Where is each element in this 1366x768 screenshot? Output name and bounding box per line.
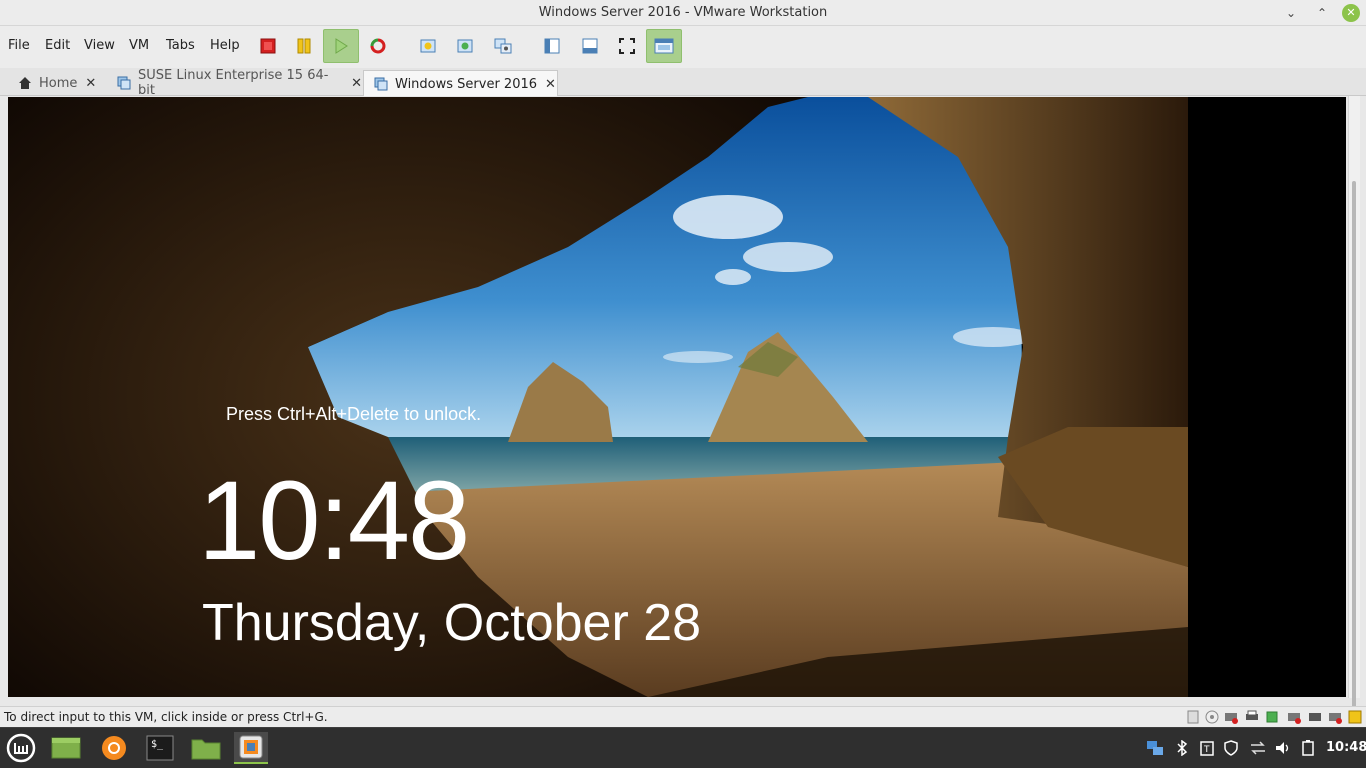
display-icon[interactable]: [1328, 710, 1342, 724]
battery-icon[interactable]: [1299, 739, 1317, 757]
tab-home[interactable]: Home ✕: [8, 70, 105, 96]
vmware-icon[interactable]: [234, 732, 268, 764]
revert-snapshot-icon[interactable]: [447, 29, 483, 63]
close-tab-icon[interactable]: ✕: [85, 76, 96, 91]
svg-text:$_: $_: [151, 739, 164, 750]
sound-card-icon[interactable]: [1308, 710, 1322, 724]
thumbnail-bar-icon[interactable]: [572, 29, 608, 63]
title-bar: Windows Server 2016 - VMware Workstation…: [0, 0, 1366, 26]
network-icon[interactable]: [1265, 710, 1279, 724]
usb-device-icon[interactable]: [1287, 710, 1301, 724]
vmware-window: Windows Server 2016 - VMware Workstation…: [0, 0, 1366, 768]
lockscreen-time: 10:48: [198, 458, 470, 583]
vm-icon: [374, 77, 388, 91]
full-screen-icon[interactable]: [609, 29, 645, 63]
network-manager-icon[interactable]: [1146, 739, 1164, 757]
unity-icon[interactable]: [646, 29, 682, 63]
menu-file[interactable]: File: [8, 38, 30, 53]
close-tab-icon[interactable]: ✕: [351, 76, 362, 91]
menu-edit[interactable]: Edit: [45, 38, 70, 53]
clipboard-icon[interactable]: T: [1198, 739, 1216, 757]
close-button[interactable]: ✕: [1342, 4, 1360, 22]
window-title: Windows Server 2016 - VMware Workstation: [538, 5, 828, 20]
terminal-icon[interactable]: $_: [143, 732, 177, 764]
mint-menu-icon[interactable]: [4, 732, 38, 764]
snapshot-manager-icon[interactable]: [485, 29, 521, 63]
svg-text:T: T: [1203, 745, 1210, 755]
menu-toolbar: File Edit View VM Tabs Help: [0, 26, 1366, 68]
hard-disk-icon[interactable]: [1186, 710, 1200, 724]
power-off-icon[interactable]: [250, 29, 286, 63]
status-text: To direct input to this VM, click inside…: [4, 710, 328, 724]
scrollbar-thumb[interactable]: [1352, 181, 1356, 726]
suspend-icon[interactable]: [286, 29, 322, 63]
tab-bar: Home ✕ SUSE Linux Enterprise 15 64-bit ✕…: [0, 68, 1366, 98]
show-desktop-icon[interactable]: [49, 732, 83, 764]
lockscreen-prompt: Press Ctrl+Alt+Delete to unlock.: [226, 404, 482, 424]
vm-screen[interactable]: Press Ctrl+Alt+Delete to unlock. 10:48 T…: [8, 97, 1346, 697]
tab-suse-linux[interactable]: SUSE Linux Enterprise 15 64-bit ✕: [107, 68, 362, 98]
maximize-button[interactable]: ⌃: [1313, 4, 1331, 22]
reset-icon[interactable]: [360, 29, 396, 63]
volume-icon[interactable]: [1274, 739, 1292, 757]
vertical-scrollbar[interactable]: [1348, 96, 1360, 726]
taskbar: $_ T 10:48: [0, 727, 1366, 768]
network-transfer-icon[interactable]: [1249, 739, 1267, 757]
bluetooth-icon[interactable]: [1173, 739, 1191, 757]
vm-icon: [117, 76, 131, 90]
lockscreen-date: Thursday, October 28: [202, 594, 702, 652]
taskbar-clock[interactable]: 10:48: [1326, 740, 1366, 755]
menu-view[interactable]: View: [84, 38, 115, 53]
network-adapter-icon[interactable]: [1224, 710, 1238, 724]
home-icon: [18, 76, 32, 90]
cd-dvd-icon[interactable]: [1205, 710, 1219, 724]
menu-help[interactable]: Help: [210, 38, 240, 53]
close-tab-icon[interactable]: ✕: [545, 77, 556, 92]
shield-icon[interactable]: [1222, 739, 1240, 757]
menu-vm[interactable]: VM: [129, 38, 149, 53]
tab-label: Windows Server 2016: [395, 76, 538, 92]
snapshot-icon[interactable]: [410, 29, 446, 63]
firefox-icon[interactable]: [97, 732, 131, 764]
tab-label: Home: [39, 75, 78, 91]
tab-label: SUSE Linux Enterprise 15 64-bit: [138, 68, 329, 98]
power-on-icon[interactable]: [323, 29, 359, 63]
menu-tabs[interactable]: Tabs: [166, 38, 195, 53]
minimize-button[interactable]: ⌄: [1282, 4, 1300, 22]
show-library-icon[interactable]: [534, 29, 570, 63]
vm-display-area: Press Ctrl+Alt+Delete to unlock. 10:48 T…: [0, 96, 1366, 726]
status-bar: To direct input to this VM, click inside…: [0, 706, 1366, 727]
printer-icon[interactable]: [1245, 710, 1259, 724]
tab-windows-server[interactable]: Windows Server 2016 ✕: [363, 70, 558, 97]
files-icon[interactable]: [189, 732, 223, 764]
messages-icon[interactable]: [1348, 710, 1362, 724]
